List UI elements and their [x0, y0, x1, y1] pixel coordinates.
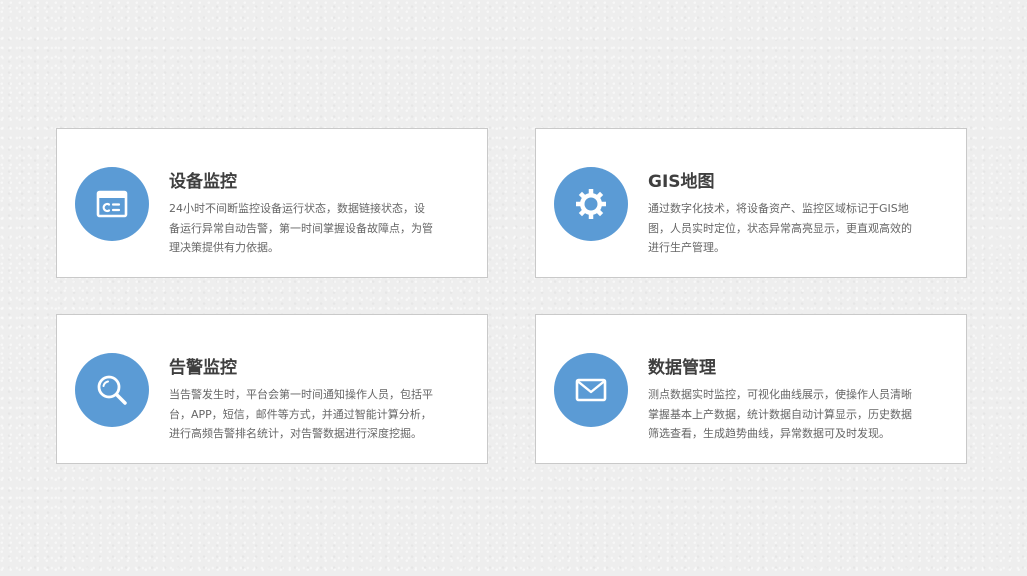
card-description: 24小时不间断监控设备运行状态，数据链接状态，设备运行异常自动告警，第一时间掌握… [169, 202, 433, 254]
card-title: 设备监控 [169, 172, 237, 192]
monitor-panel-icon [75, 167, 149, 241]
feature-card-data-management: 数据管理 测点数据实时监控，可视化曲线展示，使操作人员清晰掌握基本上产数据，统计… [535, 314, 967, 464]
card-title: GIS地图 [648, 172, 715, 192]
card-description: 当告警发生时，平台会第一时间通知操作人员，包括平台，APP，短信，邮件等方式，并… [169, 388, 433, 440]
card-title: 告警监控 [169, 358, 237, 378]
gear-icon [554, 167, 628, 241]
feature-card-device-monitoring: 设备监控 24小时不间断监控设备运行状态，数据链接状态，设备运行异常自动告警，第… [56, 128, 488, 278]
card-title: 数据管理 [648, 358, 716, 378]
feature-card-gis-map: GIS地图 通过数字化技术，将设备资产、监控区域标记于GIS地图，人员实时定位，… [535, 128, 967, 278]
mail-icon [554, 353, 628, 427]
card-description: 通过数字化技术，将设备资产、监控区域标记于GIS地图，人员实时定位，状态异常高亮… [648, 202, 912, 254]
feature-card-alarm-monitoring: 告警监控 当告警发生时，平台会第一时间通知操作人员，包括平台，APP，短信，邮件… [56, 314, 488, 464]
search-icon [75, 353, 149, 427]
card-description: 测点数据实时监控，可视化曲线展示，使操作人员清晰掌握基本上产数据，统计数据自动计… [648, 388, 912, 440]
